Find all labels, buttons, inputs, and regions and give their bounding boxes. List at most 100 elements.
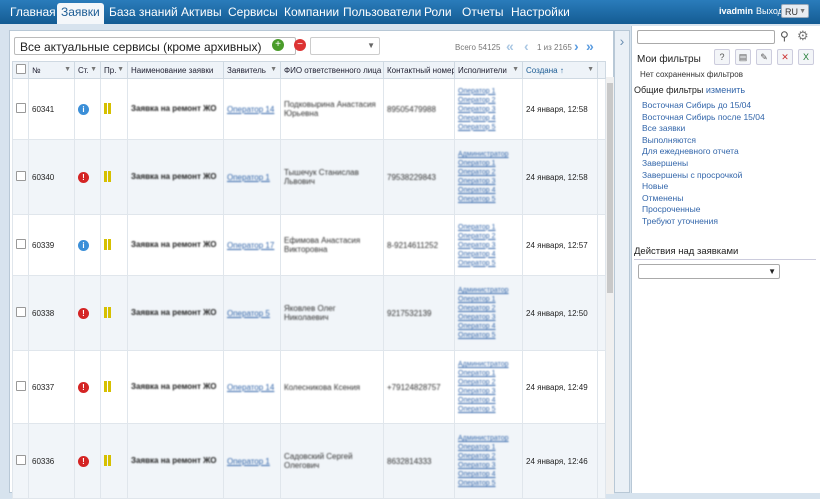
collapse-sidebar-button[interactable]: › xyxy=(614,30,630,493)
filter-link[interactable]: Восточная Сибирь после 15/04 xyxy=(642,112,765,124)
request-number: 60337 xyxy=(28,350,75,424)
last-page-icon[interactable]: » xyxy=(586,39,594,53)
status-alert-icon: ! xyxy=(78,171,89,183)
table-row[interactable]: 60339 i Заявка на ремонт ЖО Оператор 17 … xyxy=(12,214,606,276)
applicant-link[interactable]: Оператор 1 xyxy=(227,457,270,466)
contact-number: 8632814333 xyxy=(387,456,432,466)
filter-link[interactable]: Отменены xyxy=(642,193,765,205)
col-executors[interactable]: Исполнители ▼ xyxy=(454,61,523,79)
applicant-link[interactable]: Оператор 5 xyxy=(227,309,270,318)
table-row[interactable]: 60341 i Заявка на ремонт ЖО Оператор 14 … xyxy=(12,78,606,140)
row-checkbox[interactable] xyxy=(16,381,26,391)
request-name[interactable]: Заявка на ремонт ЖО xyxy=(131,456,220,466)
contact-number: +79124828757 xyxy=(387,382,441,392)
table-row[interactable]: 60336 ! Заявка на ремонт ЖО Оператор 1 С… xyxy=(12,423,606,499)
language-select[interactable]: RU ▼ xyxy=(781,4,809,18)
chevron-down-icon: ▼ xyxy=(768,267,776,276)
executors-list[interactable]: Оператор 1 Оператор 2 Оператор 3 Оператор 4… xyxy=(454,78,523,140)
col-number[interactable]: № ▼ xyxy=(28,61,75,79)
edit-filter-icon[interactable]: ✎ xyxy=(756,49,772,65)
change-filters-link[interactable]: изменить xyxy=(706,85,745,95)
row-checkbox[interactable] xyxy=(16,455,26,465)
search-icon[interactable]: ⚲ xyxy=(780,29,794,43)
filter-link[interactable]: Завершены xyxy=(642,158,765,170)
executors-list[interactable]: Администратор Оператор 1 Оператор 2 Операто… xyxy=(454,275,523,351)
save-filter-icon[interactable]: ▤ xyxy=(735,49,751,65)
select-all-checkbox[interactable] xyxy=(12,61,29,79)
table-scrollbar-thumb[interactable] xyxy=(607,83,613,293)
priority-icon xyxy=(104,380,111,392)
tab-requests[interactable]: Заявки xyxy=(57,3,104,24)
search-input[interactable] xyxy=(637,30,775,44)
prev-page-icon[interactable]: ‹ xyxy=(524,39,529,53)
filter-link[interactable]: Восточная Сибирь до 15/04 xyxy=(642,100,765,112)
priority-icon xyxy=(104,238,111,250)
request-name[interactable]: Заявка на ремонт ЖО xyxy=(131,382,220,392)
actions-select[interactable]: ▼ xyxy=(638,264,780,279)
filter-link[interactable]: Новые xyxy=(642,181,765,193)
tab-knowledge-base[interactable]: База знаний xyxy=(105,3,182,21)
excel-export-icon[interactable]: X xyxy=(798,49,814,65)
request-name[interactable]: Заявка на ремонт ЖО xyxy=(131,104,220,114)
tab-roles[interactable]: Роли xyxy=(420,3,456,21)
tab-companies[interactable]: Компании xyxy=(280,3,343,21)
next-page-icon[interactable]: › xyxy=(574,39,579,53)
col-responsible[interactable]: ФИО ответственного лица xyxy=(280,61,384,79)
executors-list[interactable]: Оператор 1 Оператор 2 Оператор 3 Оператор 4… xyxy=(454,214,523,276)
row-checkbox[interactable] xyxy=(16,307,26,317)
tab-settings[interactable]: Настройки xyxy=(507,3,574,21)
first-page-icon[interactable]: « xyxy=(506,39,514,53)
filter-link[interactable]: Выполняются xyxy=(642,135,765,147)
responsible-name: Подковырина Анастасия Юрьевна xyxy=(284,100,376,118)
request-name[interactable]: Заявка на ремонт ЖО xyxy=(131,172,220,182)
table-row[interactable]: 60340 ! Заявка на ремонт ЖО Оператор 1 Т… xyxy=(12,139,606,215)
request-name[interactable]: Заявка на ремонт ЖО xyxy=(131,308,220,318)
chevron-right-icon: › xyxy=(619,33,625,49)
row-checkbox[interactable] xyxy=(16,239,26,249)
col-contact[interactable]: Контактный номер xyxy=(383,61,455,79)
col-created[interactable]: Создана ↑ ▼ xyxy=(522,61,598,79)
row-checkbox[interactable] xyxy=(16,103,26,113)
filter-link[interactable]: Для ежедневного отчета xyxy=(642,146,765,158)
secondary-filter-select[interactable]: ▼ xyxy=(310,37,380,55)
col-priority[interactable]: Пр. ▼ xyxy=(100,61,128,79)
chevron-down-icon: ▼ xyxy=(799,8,806,15)
request-name[interactable]: Заявка на ремонт ЖО xyxy=(131,240,220,250)
delete-filter-icon[interactable]: ✕ xyxy=(777,49,793,65)
table-row[interactable]: 60337 ! Заявка на ремонт ЖО Оператор 14 … xyxy=(12,350,606,424)
requests-table: № ▼ Ст. ▼ Пр. ▼ Наименование заявки Заявите… xyxy=(12,61,606,499)
responsible-name: Тышечук Станислав Львович xyxy=(284,168,359,186)
logout-link[interactable]: Выход xyxy=(756,6,783,16)
applicant-link[interactable]: Оператор 17 xyxy=(227,241,274,250)
responsible-name: Садовский Сергей Олегович xyxy=(284,452,353,470)
add-filter-button[interactable]: + xyxy=(272,39,284,51)
tab-reports[interactable]: Отчеты xyxy=(458,3,507,21)
general-filters-list: Восточная Сибирь до 15/04 Восточная Сиби… xyxy=(642,100,765,228)
priority-icon xyxy=(104,454,111,466)
col-request-name[interactable]: Наименование заявки xyxy=(127,61,224,79)
gear-icon[interactable]: ⚙ xyxy=(797,29,811,43)
filter-link[interactable]: Требуют уточнения xyxy=(642,216,765,228)
table-row[interactable]: 60338 ! Заявка на ремонт ЖО Оператор 5 Я… xyxy=(12,275,606,351)
applicant-link[interactable]: Оператор 1 xyxy=(227,173,270,182)
tab-assets[interactable]: Активы xyxy=(177,3,226,21)
contact-number: 79538229843 xyxy=(387,172,436,182)
executors-list[interactable]: Администратор Оператор 1 Оператор 2 Операто… xyxy=(454,139,523,215)
col-applicant[interactable]: Заявитель ▼ xyxy=(223,61,281,79)
filter-link[interactable]: Все заявки xyxy=(642,123,765,135)
col-status[interactable]: Ст. ▼ xyxy=(74,61,101,79)
applicant-link[interactable]: Оператор 14 xyxy=(227,383,274,392)
service-filter-select[interactable]: Все актуальные сервисы (кроме архивных) xyxy=(14,37,296,55)
filter-link[interactable]: Просроченные xyxy=(642,204,765,216)
applicant-link[interactable]: Оператор 14 xyxy=(227,105,274,114)
help-icon[interactable]: ? xyxy=(714,49,730,65)
tab-home[interactable]: Главная xyxy=(6,3,60,21)
executors-list[interactable]: Администратор Оператор 1 Оператор 2 Операто… xyxy=(454,350,523,424)
tab-services[interactable]: Сервисы xyxy=(224,3,282,21)
row-checkbox[interactable] xyxy=(16,171,26,181)
filter-link[interactable]: Завершены с просрочкой xyxy=(642,170,765,182)
executors-list[interactable]: Администратор Оператор 1 Оператор 2 Операто… xyxy=(454,423,523,499)
remove-filter-button[interactable]: − xyxy=(294,39,306,51)
tab-users[interactable]: Пользователи xyxy=(339,3,425,21)
current-user[interactable]: ivadmin xyxy=(719,6,753,16)
